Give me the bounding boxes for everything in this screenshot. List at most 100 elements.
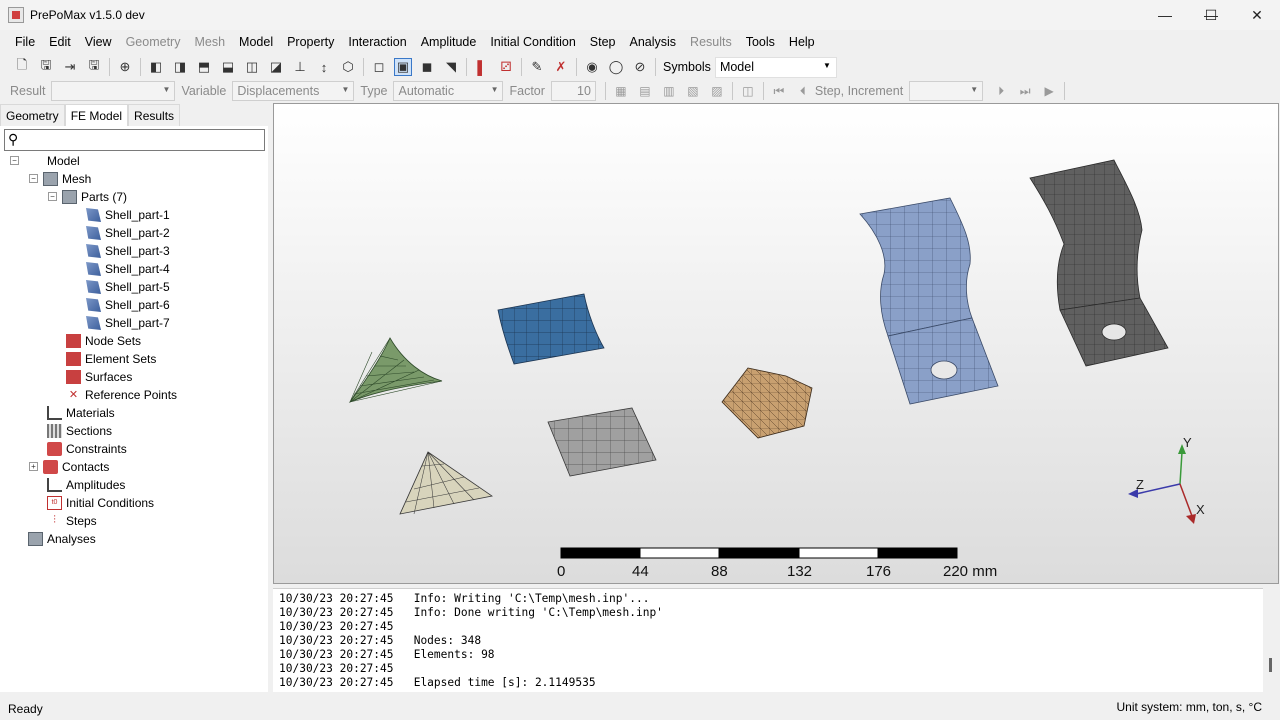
scrollbar-thumb[interactable]: [1269, 658, 1272, 672]
wireframe-icon[interactable]: ◻: [370, 58, 388, 76]
menu-initial-condition[interactable]: Initial Condition: [483, 30, 582, 54]
close-button[interactable]: ✕: [1234, 0, 1280, 30]
expand-icon[interactable]: +: [29, 462, 38, 471]
tree-node-shell-part-5[interactable]: Shell_part-5: [86, 278, 170, 296]
tab-fe-model[interactable]: FE Model: [64, 104, 129, 126]
tree-node-reference-points[interactable]: ✕ Reference Points: [66, 386, 177, 404]
tree-node-sections[interactable]: Sections: [47, 422, 112, 440]
tree-node-shell-part-6[interactable]: Shell_part-6: [86, 296, 170, 314]
tree-node-materials[interactable]: Materials: [47, 404, 115, 422]
log-scrollbar[interactable]: [1263, 588, 1279, 692]
tree-node-shell-part-4[interactable]: Shell_part-4: [86, 260, 170, 278]
undeformed-icon[interactable]: ▦: [612, 83, 630, 99]
tree-node-shell-part-1[interactable]: Shell_part-1: [86, 206, 170, 224]
tree-node-shell-part-7[interactable]: Shell_part-7: [86, 314, 170, 332]
menu-geometry[interactable]: Geometry: [119, 30, 188, 54]
output-log[interactable]: 10/30/23 20:27:45 Info: Writing 'C:\Temp…: [273, 588, 1263, 692]
menu-property[interactable]: Property: [280, 30, 341, 54]
menu-results[interactable]: Results: [683, 30, 739, 54]
section-cut-icon[interactable]: ▌: [473, 58, 491, 76]
hide-icon[interactable]: ◯: [607, 58, 625, 76]
collapse-icon[interactable]: −: [48, 192, 57, 201]
view-vertical-icon[interactable]: ⊥: [291, 58, 309, 76]
tree-search-input[interactable]: ⚲: [4, 129, 265, 151]
shaded-icon[interactable]: ◼: [418, 58, 436, 76]
shell-part-beige[interactable]: [399, 451, 494, 515]
tree-node-contacts[interactable]: + Contacts: [29, 458, 109, 476]
tree-node-constraints[interactable]: Constraints: [47, 440, 127, 458]
menu-step[interactable]: Step: [583, 30, 623, 54]
view-top-icon[interactable]: ⬒: [195, 58, 213, 76]
tree-node-initial-conditions[interactable]: t0 Initial Conditions: [47, 494, 154, 512]
maximize-button[interactable]: ☐: [1188, 0, 1234, 30]
shell-part-green[interactable]: [348, 337, 443, 403]
save-icon[interactable]: 🖫: [85, 57, 103, 76]
section-view-icon[interactable]: ◥: [442, 58, 460, 76]
tree-node-surfaces[interactable]: Surfaces: [66, 368, 132, 386]
tree-node-steps[interactable]: ⫶ Steps: [47, 512, 97, 530]
tree-node-mesh[interactable]: − Mesh: [29, 170, 91, 188]
new-file-icon[interactable]: 🗋: [13, 57, 31, 76]
menu-model[interactable]: Model: [232, 30, 280, 54]
tree-node-amplitudes[interactable]: Amplitudes: [47, 476, 125, 494]
menu-amplitude[interactable]: Amplitude: [414, 30, 484, 54]
explode-icon[interactable]: ⚂: [497, 58, 515, 76]
menu-tools[interactable]: Tools: [739, 30, 782, 54]
symbols-dropdown[interactable]: Model ▼: [714, 56, 837, 78]
tree-node-node-sets[interactable]: Node Sets: [66, 332, 141, 350]
view-normal-icon[interactable]: ↕: [315, 58, 333, 76]
menu-mesh[interactable]: Mesh: [187, 30, 232, 54]
tree-node-parts[interactable]: − Parts (7): [48, 188, 127, 206]
import-icon[interactable]: ⇥: [61, 58, 79, 76]
view-front-icon[interactable]: ◧: [147, 58, 165, 76]
last-increment-icon[interactable]: ⏭: [1016, 83, 1034, 99]
minimize-btn[interactable]: —: [1142, 0, 1188, 30]
show-icon[interactable]: ◉: [583, 58, 601, 76]
tab-geometry[interactable]: Geometry: [0, 104, 65, 126]
contours-outline-icon[interactable]: ▨: [708, 83, 726, 99]
tree-node-analyses[interactable]: Analyses: [28, 530, 96, 548]
view-right-icon[interactable]: ◪: [267, 58, 285, 76]
open-file-icon[interactable]: 🖫: [37, 57, 55, 76]
show-only-icon[interactable]: ⊘: [631, 58, 649, 76]
menu-help[interactable]: Help: [782, 30, 822, 54]
variable-dropdown[interactable]: Displacements ▼: [232, 81, 355, 101]
collapse-icon[interactable]: −: [29, 174, 38, 183]
model-render[interactable]: Y Z X 0 44 88 132 176 220 mm: [274, 104, 1279, 584]
result-dropdown[interactable]: ▼: [51, 81, 176, 101]
tree-node-element-sets[interactable]: Element Sets: [66, 350, 156, 368]
view-left-icon[interactable]: ◫: [243, 58, 261, 76]
shell-part-dark[interactable]: [1029, 159, 1169, 367]
3d-viewport[interactable]: Y Z X 0 44 88 132 176 220 mm: [273, 103, 1279, 584]
tree-node-shell-part-3[interactable]: Shell_part-3: [86, 242, 170, 260]
tab-results[interactable]: Results: [128, 104, 181, 126]
collapse-icon[interactable]: −: [10, 156, 19, 165]
next-increment-icon[interactable]: ⏵: [992, 83, 1010, 99]
unit-system-status[interactable]: Unit system: mm, ton, s, °C: [1117, 700, 1263, 714]
tree-node-model[interactable]: − Model: [10, 152, 80, 170]
shell-part-blue[interactable]: [497, 293, 605, 365]
transform-icon[interactable]: ◫: [739, 83, 757, 99]
shell-part-gray[interactable]: [547, 407, 657, 477]
remove-annotations-icon[interactable]: ✗: [552, 58, 570, 76]
deformed-icon[interactable]: ▤: [636, 83, 654, 99]
shell-part-tan[interactable]: [721, 367, 813, 439]
menu-analysis[interactable]: Analysis: [623, 30, 684, 54]
tree-node-shell-part-2[interactable]: Shell_part-2: [86, 224, 170, 242]
menu-file[interactable]: File: [8, 30, 42, 54]
type-dropdown[interactable]: Automatic ▼: [393, 81, 504, 101]
step-increment-dropdown[interactable]: ▼: [909, 81, 984, 101]
zoom-fit-icon[interactable]: ⊕: [116, 58, 134, 76]
first-increment-icon[interactable]: ⏮: [770, 83, 788, 99]
view-back-icon[interactable]: ◨: [171, 58, 189, 76]
color-contours-icon[interactable]: ▥: [660, 83, 678, 99]
view-bottom-icon[interactable]: ⬓: [219, 58, 237, 76]
animate-icon[interactable]: ▶: [1040, 83, 1058, 99]
previous-increment-icon[interactable]: ⏴: [794, 83, 812, 99]
shaded-edges-icon[interactable]: ▣: [394, 58, 412, 76]
menu-interaction[interactable]: Interaction: [341, 30, 413, 54]
query-icon[interactable]: ✎: [528, 58, 546, 76]
view-iso-icon[interactable]: ⬡: [339, 58, 357, 76]
factor-input[interactable]: 10: [550, 81, 596, 101]
menu-view[interactable]: View: [78, 30, 119, 54]
